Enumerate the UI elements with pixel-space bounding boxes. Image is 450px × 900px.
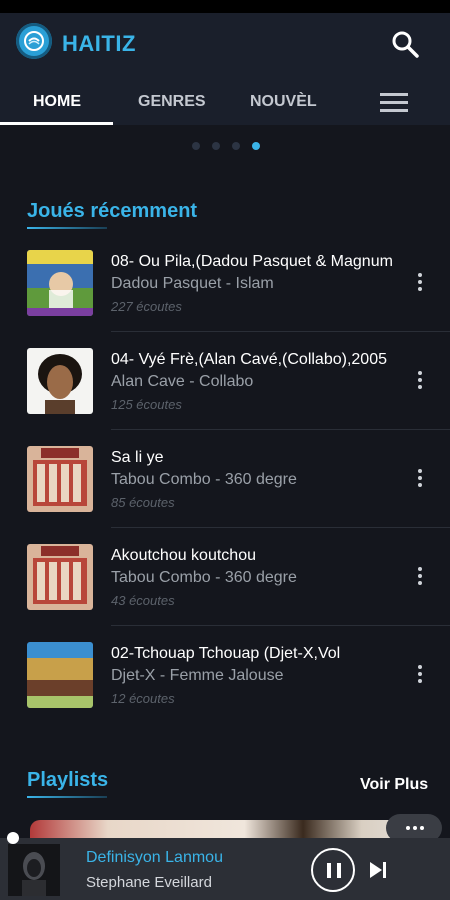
more-options-icon[interactable] bbox=[410, 469, 430, 489]
play-count: 12 écoutes bbox=[111, 691, 175, 706]
divider bbox=[111, 625, 450, 626]
play-count: 85 écoutes bbox=[111, 495, 175, 510]
now-playing-cover bbox=[8, 844, 60, 896]
list-item[interactable]: Sa li ye Tabou Combo - 360 degre 85 écou… bbox=[0, 446, 450, 544]
track-subtitle: Alan Cave - Collabo bbox=[111, 373, 254, 390]
carousel-dot[interactable] bbox=[232, 142, 240, 150]
play-count: 43 écoutes bbox=[111, 593, 175, 608]
track-subtitle: Djet-X - Femme Jalouse bbox=[111, 667, 284, 684]
track-title: Akoutchou koutchou bbox=[111, 547, 256, 564]
carousel-dot-active[interactable] bbox=[252, 142, 260, 150]
tab-nouvel[interactable]: NOUVÈL bbox=[250, 93, 317, 111]
now-playing-artist: Stephane Eveillard bbox=[86, 874, 212, 891]
carousel-page-indicator bbox=[0, 142, 450, 152]
active-tab-indicator bbox=[0, 122, 113, 125]
album-cover bbox=[27, 348, 93, 414]
now-playing-bar[interactable]: Definisyon Lanmou Stephane Eveillard bbox=[0, 832, 450, 900]
carousel-dot[interactable] bbox=[192, 142, 200, 150]
list-item[interactable]: 02-Tchouap Tchouap (Djet-X,Vol Djet-X - … bbox=[0, 642, 450, 740]
app-header: HAITIZ HOME GENRES NOUVÈL bbox=[0, 13, 450, 125]
playlists-heading: Playlists bbox=[27, 769, 109, 791]
album-cover bbox=[27, 642, 93, 708]
section-underline bbox=[27, 227, 107, 229]
track-subtitle: Tabou Combo - 360 degre bbox=[111, 471, 297, 488]
album-cover bbox=[27, 250, 93, 316]
app-title: HAITIZ bbox=[62, 31, 136, 56]
track-subtitle: Tabou Combo - 360 degre bbox=[111, 569, 297, 586]
hamburger-menu-icon[interactable] bbox=[380, 93, 410, 115]
voir-plus-link[interactable]: Voir Plus bbox=[360, 776, 428, 794]
more-options-icon[interactable] bbox=[410, 567, 430, 587]
carousel-dot[interactable] bbox=[212, 142, 220, 150]
now-playing-title: Definisyon Lanmou bbox=[86, 849, 223, 866]
track-title: Sa li ye bbox=[111, 449, 164, 466]
more-options-icon[interactable] bbox=[410, 273, 430, 293]
track-title: 04- Vyé Frè,(Alan Cavé,(Collabo),2005 bbox=[111, 351, 387, 368]
tab-home[interactable]: HOME bbox=[33, 93, 81, 111]
section-underline bbox=[27, 796, 107, 798]
recently-played-heading: Joués récemment bbox=[27, 200, 198, 222]
pause-icon[interactable] bbox=[311, 848, 355, 892]
divider bbox=[111, 331, 450, 332]
app-logo-icon bbox=[16, 23, 52, 59]
album-cover bbox=[27, 544, 93, 610]
track-title: 02-Tchouap Tchouap (Djet-X,Vol bbox=[111, 645, 341, 662]
more-options-icon[interactable] bbox=[410, 371, 430, 391]
play-count: 227 écoutes bbox=[111, 299, 182, 314]
tab-bar: HOME GENRES NOUVÈL bbox=[0, 85, 450, 125]
divider bbox=[111, 429, 450, 430]
album-cover bbox=[27, 446, 93, 512]
search-icon[interactable] bbox=[390, 29, 420, 59]
track-subtitle: Dadou Pasquet - Islam bbox=[111, 275, 274, 292]
skip-next-icon[interactable] bbox=[368, 860, 390, 880]
track-title: 08- Ou Pila,(Dadou Pasquet & Magnum Band… bbox=[111, 253, 396, 270]
list-item[interactable]: Akoutchou koutchou Tabou Combo - 360 deg… bbox=[0, 544, 450, 642]
tab-genres[interactable]: GENRES bbox=[138, 93, 206, 111]
status-bar bbox=[0, 0, 450, 13]
list-item[interactable]: 08- Ou Pila,(Dadou Pasquet & Magnum Band… bbox=[0, 250, 450, 348]
play-count: 125 écoutes bbox=[111, 397, 182, 412]
progress-slider-handle[interactable] bbox=[7, 832, 19, 844]
divider bbox=[111, 527, 450, 528]
list-item[interactable]: 04- Vyé Frè,(Alan Cavé,(Collabo),2005 Al… bbox=[0, 348, 450, 446]
more-options-icon[interactable] bbox=[410, 665, 430, 685]
